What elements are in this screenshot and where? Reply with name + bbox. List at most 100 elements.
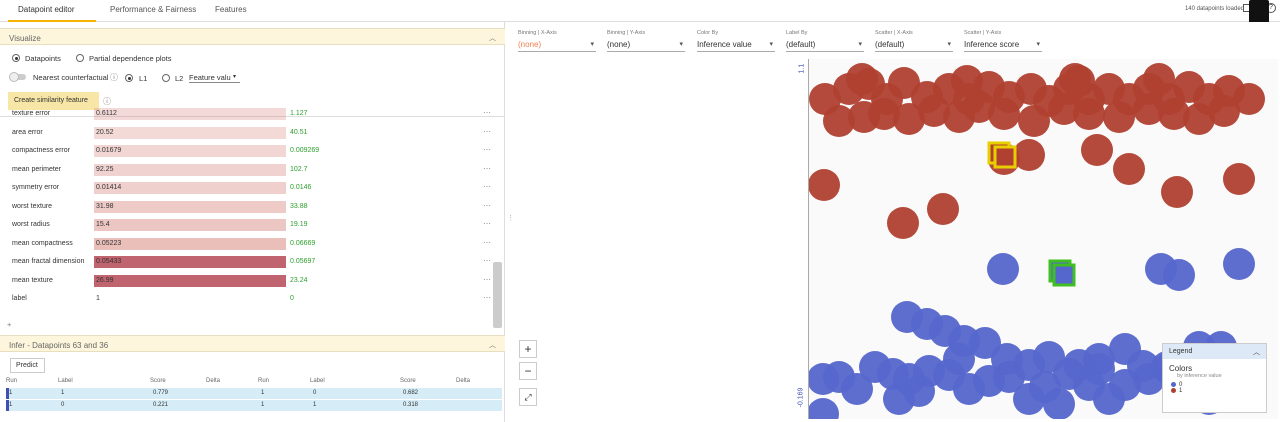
l2-radio[interactable]: [162, 74, 170, 82]
counterfactual-value: 0.009269: [290, 147, 320, 154]
datapoint[interactable]: [1073, 98, 1105, 130]
feature-value-field[interactable]: [94, 145, 286, 157]
top-bar: Datapoint editor Performance & Fairness …: [0, 0, 1280, 22]
datapoint[interactable]: [1161, 176, 1193, 208]
feature-row: mean fractal dimension 0.05433 0.05697 ⋯: [0, 253, 491, 271]
datapoint[interactable]: [927, 193, 959, 225]
more-options-icon[interactable]: ⋯: [483, 219, 491, 228]
fit-view-button[interactable]: ⤢: [519, 388, 537, 406]
scrollbar[interactable]: [493, 262, 502, 328]
more-options-icon[interactable]: ⋯: [483, 164, 491, 173]
nearest-counterfactual-toggle[interactable]: [9, 72, 26, 82]
table-header: Delta: [206, 378, 221, 384]
datapoints-radio[interactable]: [12, 54, 20, 62]
counterfactual-value: 0.05697: [290, 258, 316, 265]
feature-value-field[interactable]: [94, 256, 286, 268]
datapoint[interactable]: [846, 63, 878, 95]
zoom-out-button[interactable]: −: [519, 362, 537, 380]
datapoint[interactable]: [1081, 134, 1113, 166]
datapoint[interactable]: [1163, 259, 1195, 291]
axis-control[interactable]: Label By (default): [786, 30, 866, 52]
more-options-icon[interactable]: ⋯: [483, 182, 491, 191]
feature-value-field[interactable]: [94, 126, 286, 139]
datapoint[interactable]: [988, 98, 1020, 130]
datapoint[interactable]: [1018, 105, 1050, 137]
add-feature-button[interactable]: +: [7, 320, 11, 329]
chevron-up-icon[interactable]: ︿: [1253, 347, 1260, 357]
control-select[interactable]: (default): [786, 40, 864, 52]
legend-colors-subtitle: by inference value: [1177, 373, 1222, 379]
counterfactual-value: 23.24: [290, 276, 308, 284]
datapoint[interactable]: [1083, 353, 1115, 385]
more-options-icon[interactable]: ⋯: [483, 293, 491, 302]
tab-features[interactable]: Features: [215, 5, 247, 14]
control-select[interactable]: (none): [518, 40, 596, 52]
feature-value: 92.25: [96, 165, 114, 173]
datapoint[interactable]: [808, 169, 840, 201]
tab-datapoint-editor[interactable]: Datapoint editor: [18, 5, 74, 14]
predict-button[interactable]: Predict: [10, 358, 45, 373]
table-row[interactable]: [6, 400, 502, 411]
tab-performance-fairness[interactable]: Performance & Fairness: [110, 5, 196, 14]
feature-value-field[interactable]: [94, 219, 286, 231]
control-select[interactable]: Inference value: [697, 40, 775, 52]
control-select[interactable]: (default): [875, 40, 953, 52]
infer-header[interactable]: Infer - Datapoints 63 and 36 ︿: [0, 335, 505, 352]
more-options-icon[interactable]: ⋯: [483, 145, 491, 154]
datapoint[interactable]: [1013, 139, 1045, 171]
axis-control[interactable]: Scatter | X-Axis (default): [875, 30, 955, 52]
table-row[interactable]: [6, 388, 502, 399]
datapoint[interactable]: [987, 253, 1019, 285]
more-options-icon[interactable]: ⋯: [483, 127, 491, 136]
datapoint[interactable]: [1223, 163, 1255, 195]
datapoint[interactable]: [887, 207, 919, 239]
more-options-icon[interactable]: ⋯: [483, 201, 491, 210]
feature-row: mean perimeter 92.25 102.7 ⋯: [0, 161, 491, 179]
axis-control[interactable]: Binning | Y-Axis (none): [607, 30, 687, 52]
feature-value: 0.05433: [96, 258, 122, 265]
table-header: Score: [400, 378, 416, 384]
table-header: Score: [150, 378, 166, 384]
feature-value-field[interactable]: [94, 237, 286, 250]
feature-value-field[interactable]: [94, 200, 286, 213]
datapoint[interactable]: [1143, 63, 1175, 95]
axis-control[interactable]: Color By Inference value: [697, 30, 777, 52]
datapoint[interactable]: [1113, 153, 1145, 185]
control-select[interactable]: (none): [607, 40, 685, 52]
more-options-icon[interactable]: ⋯: [483, 238, 491, 247]
axis-control[interactable]: Scatter | Y-Axis Inference score: [964, 30, 1044, 52]
legend-label: 1: [1179, 388, 1183, 395]
visualize-header[interactable]: Visualize ︿: [0, 28, 505, 45]
feature-value-field[interactable]: [94, 108, 286, 120]
datapoint[interactable]: [1208, 95, 1240, 127]
control-select[interactable]: Inference score: [964, 40, 1042, 52]
axis-control[interactable]: Binning | X-Axis (none): [518, 30, 598, 52]
l1-radio[interactable]: [125, 74, 133, 82]
feature-value-field[interactable]: [94, 182, 286, 194]
datapoint[interactable]: [943, 343, 975, 375]
more-options-icon[interactable]: ⋯: [483, 275, 491, 284]
pdp-radio[interactable]: [76, 54, 84, 62]
more-options-icon[interactable]: ⋯: [483, 108, 491, 117]
feature-value-field[interactable]: [94, 274, 286, 287]
datapoint[interactable]: [1103, 101, 1135, 133]
feature-name: worst texture: [12, 202, 53, 210]
datapoint[interactable]: [1043, 388, 1075, 420]
selected-datapoint[interactable]: [1052, 263, 1076, 287]
legend-header[interactable]: Legend ︿: [1163, 344, 1266, 359]
datapoint[interactable]: [903, 375, 935, 407]
feature-value-field[interactable]: [94, 163, 286, 176]
control-caption: Binning | Y-Axis: [607, 30, 646, 36]
more-options-icon[interactable]: ⋯: [483, 256, 491, 265]
table-cell: 0.779: [153, 390, 169, 396]
datapoint[interactable]: [1059, 63, 1091, 95]
chevron-up-icon[interactable]: ︿: [489, 33, 496, 43]
datapoint[interactable]: [1223, 248, 1255, 280]
selected-datapoint[interactable]: [993, 145, 1017, 169]
chevron-up-icon[interactable]: ︿: [489, 340, 496, 350]
table-cell: 1: [261, 402, 265, 408]
datapoint[interactable]: [951, 65, 983, 97]
info-icon[interactable]: ⓘ: [110, 72, 118, 83]
datapoint[interactable]: [807, 398, 839, 422]
zoom-in-button[interactable]: +: [519, 340, 537, 358]
